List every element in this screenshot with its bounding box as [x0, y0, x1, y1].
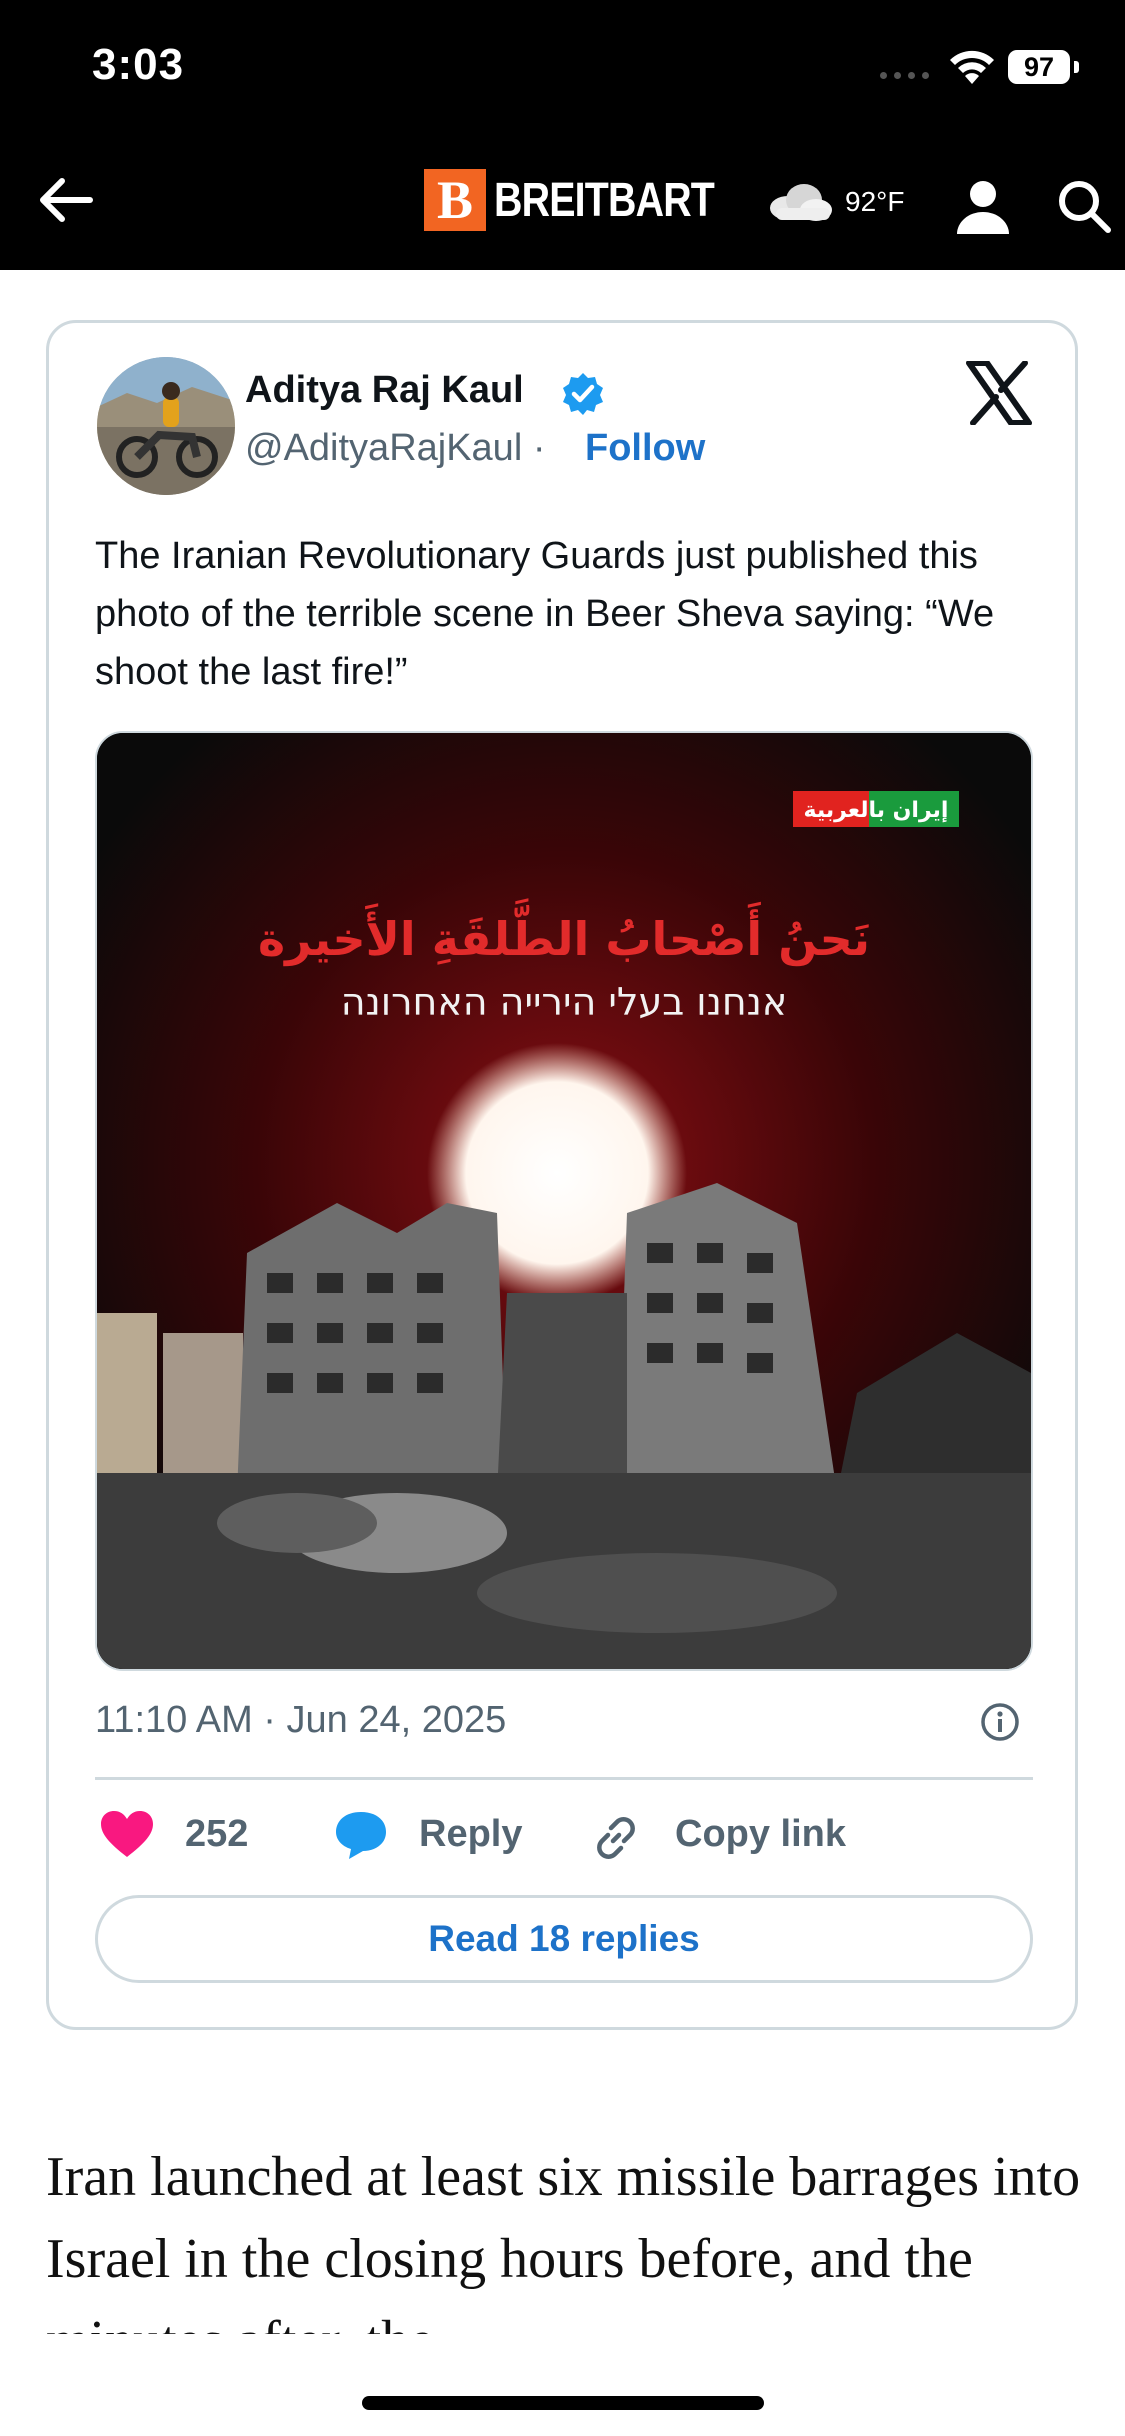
media-hebrew-headline: אנחנו בעלי הירייה האחרונה — [341, 980, 788, 1024]
article-paragraph: Iran launched at least six missile barra… — [46, 2146, 1081, 2334]
back-arrow-icon[interactable] — [34, 168, 98, 232]
reply-bubble-icon[interactable] — [333, 1809, 389, 1861]
copy-link-button[interactable]: Copy link — [675, 1813, 846, 1856]
verified-badge-icon — [563, 373, 603, 415]
weather-temperature[interactable]: 92°F — [845, 186, 904, 218]
link-icon[interactable] — [589, 1811, 643, 1865]
author-handle[interactable]: @AdityaRajKaul · — [245, 427, 545, 470]
breitbart-logo[interactable]: B BREITBART — [424, 168, 762, 232]
battery-indicator: 97 — [1008, 50, 1070, 84]
user-account-icon[interactable] — [954, 178, 1012, 234]
battery-tip — [1074, 61, 1079, 73]
tweet-media-image[interactable]: إيران بالعربية نَحنُ أَصْحابُ الطَّلقَةِ… — [95, 731, 1033, 1671]
ruined-buildings-photo: إيران بالعربية نَحنُ أَصْحابُ الطَّلقَةِ… — [97, 733, 1031, 1669]
cellular-signal-icon — [880, 72, 929, 79]
x-logo-icon[interactable] — [965, 361, 1033, 425]
tweet-timestamp[interactable]: 11:10 AM · Jun 24, 2025 — [95, 1699, 506, 1742]
author-name[interactable]: Aditya Raj Kaul — [245, 369, 524, 412]
follow-button[interactable]: Follow — [585, 427, 705, 470]
media-badge-text: إيران بالعربية — [804, 798, 949, 823]
handle-text[interactable]: @AdityaRajKaul — [245, 427, 522, 469]
avatar-motorcycle-photo — [97, 357, 235, 495]
search-icon[interactable] — [1056, 178, 1112, 234]
tweet-text: The Iranian Revolutionary Guards just pu… — [95, 535, 995, 693]
top-bar: 3:03 97 B BREITBART 92°F — [0, 0, 1125, 270]
like-count[interactable]: 252 — [185, 1813, 248, 1856]
tweet-divider — [95, 1777, 1033, 1780]
read-replies-button[interactable]: Read 18 replies — [95, 1895, 1033, 1983]
home-indicator[interactable] — [362, 2396, 764, 2410]
embedded-tweet-card[interactable]: Aditya Raj Kaul @AdityaRajKaul · Follow … — [46, 320, 1078, 2030]
heart-icon[interactable] — [99, 1809, 155, 1859]
info-icon[interactable] — [979, 1701, 1021, 1743]
status-time: 3:03 — [92, 40, 185, 89]
logo-letter: B — [424, 169, 486, 231]
author-avatar[interactable] — [97, 357, 235, 495]
handle-separator: · — [532, 427, 546, 469]
cloud-weather-icon — [770, 184, 832, 221]
wifi-icon — [950, 50, 994, 84]
reply-button[interactable]: Reply — [419, 1813, 522, 1856]
logo-text: BREITBART — [494, 173, 715, 227]
